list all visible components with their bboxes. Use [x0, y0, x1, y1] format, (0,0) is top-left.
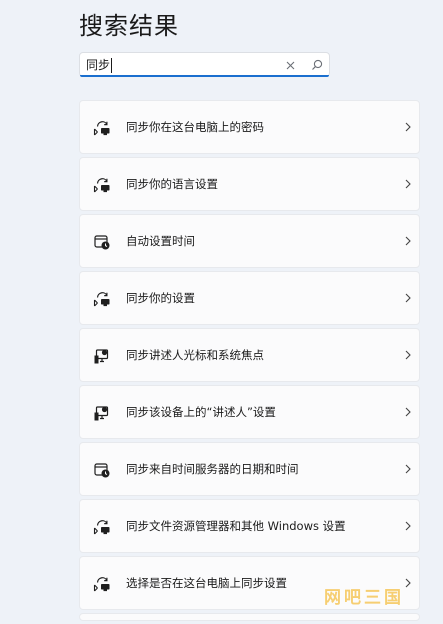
result-item-sync-passwords[interactable]: 同步你在这台电脑上的密码: [79, 100, 420, 154]
chevron-right-icon: [405, 350, 411, 360]
search-icon: [312, 59, 323, 70]
result-label: 同步文件资源管理器和其他 Windows 设置: [126, 519, 346, 533]
calendar-clock-icon: [94, 235, 110, 250]
result-label: 同步来自时间服务器的日期和时间: [126, 462, 299, 476]
sync-pc-icon: [93, 292, 110, 307]
result-item-sync-settings[interactable]: 同步你的设置: [79, 271, 420, 325]
result-item-sync-language[interactable]: 同步你的语言设置: [79, 157, 420, 211]
result-label: 同步你的语言设置: [126, 177, 218, 191]
text-cursor: [111, 58, 112, 73]
chevron-right-icon: [405, 179, 411, 189]
chevron-right-icon: [405, 464, 411, 474]
sync-pc-icon: [93, 178, 110, 193]
result-item-narrator-settings[interactable]: 同步该设备上的“讲述人”设置: [79, 385, 420, 439]
search-box[interactable]: [79, 52, 330, 77]
result-label: 同步你在这台电脑上的密码: [126, 120, 264, 134]
result-item-auto-time[interactable]: 自动设置时间: [79, 214, 420, 268]
result-label: 选择是否在这台电脑上同步设置: [126, 576, 287, 590]
result-label: 同步你的设置: [126, 291, 195, 305]
search-input[interactable]: [86, 55, 276, 74]
narrator-monitor-icon: [94, 349, 109, 364]
chevron-right-icon: [405, 293, 411, 303]
sync-pc-icon: [93, 577, 110, 592]
page-title: 搜索结果: [79, 12, 179, 40]
search-button[interactable]: [309, 57, 325, 73]
chevron-right-icon: [405, 407, 411, 417]
chevron-right-icon: [405, 122, 411, 132]
result-item-narrator-cursor[interactable]: 同步讲述人光标和系统焦点: [79, 328, 420, 382]
result-item-time-server[interactable]: 同步来自时间服务器的日期和时间: [79, 442, 420, 496]
watermark: 网吧三国: [324, 588, 404, 608]
narrator-monitor-icon: [94, 406, 109, 421]
sync-pc-icon: [93, 121, 110, 136]
calendar-clock-icon: [94, 463, 110, 478]
result-label: 同步讲述人光标和系统焦点: [126, 348, 264, 362]
result-label: 同步该设备上的“讲述人”设置: [126, 405, 276, 419]
sync-pc-icon: [93, 520, 110, 535]
result-item-sync-explorer[interactable]: 同步文件资源管理器和其他 Windows 设置: [79, 499, 420, 553]
result-label: 自动设置时间: [126, 234, 195, 248]
chevron-right-icon: [405, 236, 411, 246]
clear-search-button[interactable]: [283, 56, 297, 74]
close-icon: [286, 61, 294, 69]
search-results-list: 同步你在这台电脑上的密码 同步你的语言设置 自动设置时间 同步你的设置 同步讲述…: [79, 100, 420, 624]
chevron-right-icon: [405, 521, 411, 531]
chevron-right-icon: [405, 578, 411, 588]
